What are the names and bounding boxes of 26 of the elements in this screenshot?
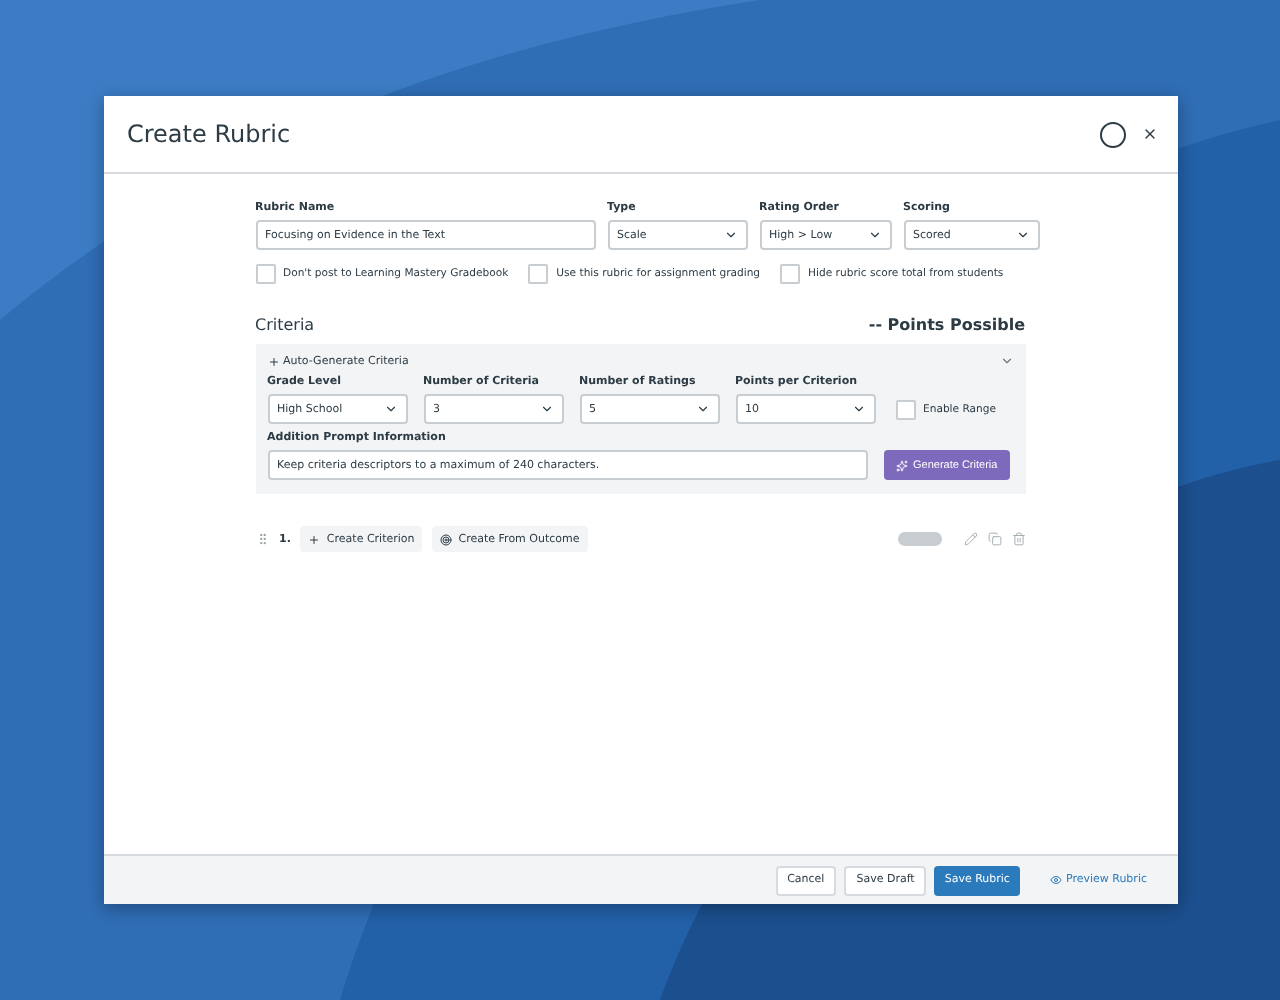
points-possible: -- Points Possible [868,316,1025,334]
plus-icon [267,355,279,367]
duplicate-icon[interactable] [987,532,1001,546]
target-icon [440,533,453,545]
chevron-down-icon [851,402,865,416]
chevron-down-icon [723,228,737,242]
chevron-down-icon [383,402,397,416]
checkbox[interactable] [895,399,915,419]
chevron-down-icon [695,402,709,416]
chevron-icon[interactable] [999,354,1013,368]
chevron-down-icon [867,228,881,242]
sparkle-icon [895,459,907,471]
checkbox[interactable] [255,264,275,284]
edit-icon[interactable] [963,532,977,546]
chevron-down-icon [1015,228,1029,242]
points-pill [897,532,941,546]
checkbox[interactable] [780,264,801,284]
close-icon[interactable] [1141,126,1157,142]
drag-handle-icon[interactable] [255,532,269,546]
delete-icon[interactable] [1011,532,1025,546]
chevron-down-icon [539,402,553,416]
dialog-title: Create Rubric [127,120,293,148]
section-heading: Criteria [255,316,315,334]
plus-icon [308,533,321,545]
checkbox[interactable] [528,264,549,284]
eye-icon [1049,874,1062,886]
